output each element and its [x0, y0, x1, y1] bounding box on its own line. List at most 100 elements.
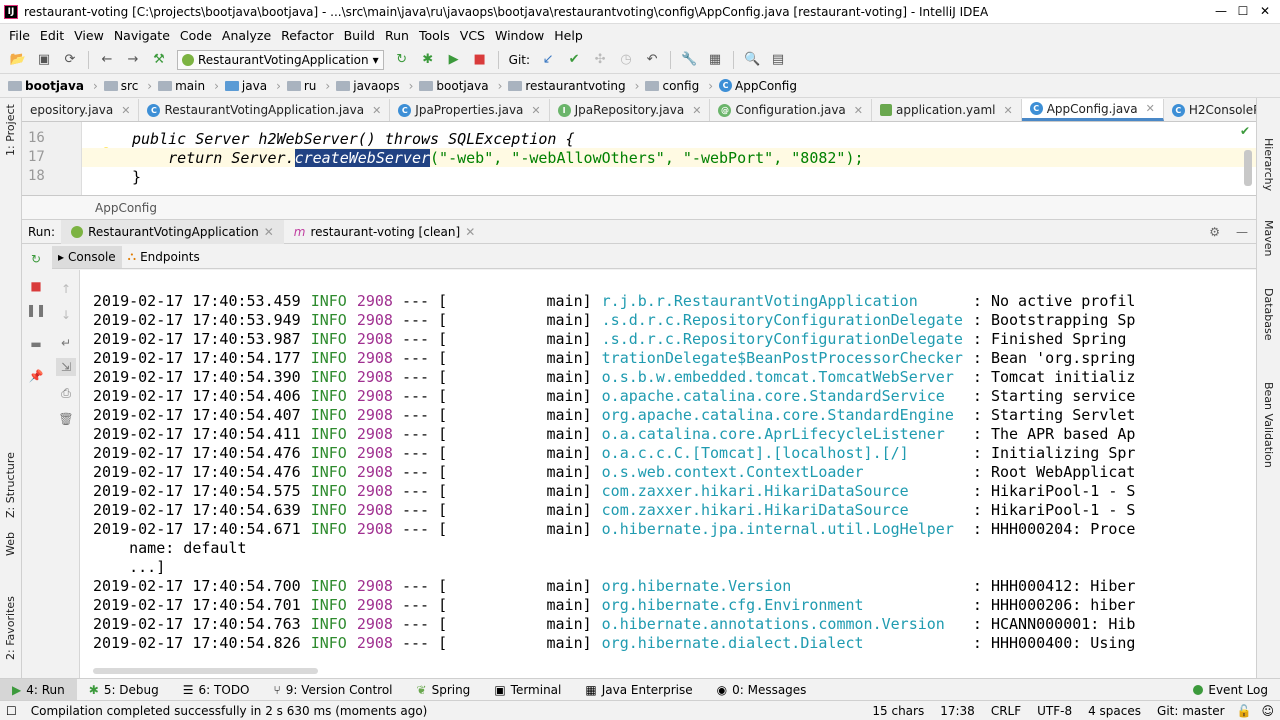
- lock-icon[interactable]: 🔓: [1233, 704, 1256, 718]
- stop-icon[interactable]: ■: [468, 49, 492, 71]
- sync-icon[interactable]: ⟳: [58, 49, 82, 71]
- close-tab-icon[interactable]: ✕: [854, 104, 863, 117]
- git-branch[interactable]: Git: master: [1149, 704, 1233, 718]
- breadcrumb-ru[interactable]: ru ›: [286, 79, 330, 93]
- project-tool-tab[interactable]: 1: Project: [4, 104, 17, 156]
- tool-messages[interactable]: ◉ 0: Messages: [705, 679, 819, 701]
- close-tab-icon[interactable]: ✕: [372, 104, 381, 117]
- menu-code[interactable]: Code: [175, 28, 217, 43]
- git-update-icon[interactable]: ↙: [536, 49, 560, 71]
- run-tab-clean[interactable]: m restaurant-voting [clean] ✕: [284, 220, 486, 244]
- status-toggle-icon[interactable]: ☐: [0, 704, 23, 718]
- file-encoding[interactable]: UTF-8: [1029, 704, 1080, 718]
- rerun-icon[interactable]: ↻: [26, 250, 46, 268]
- tool-run[interactable]: ▶ 4: Run: [0, 678, 77, 701]
- breadcrumb-appconfig[interactable]: C AppConfig: [719, 79, 797, 93]
- run-coverage-icon[interactable]: ▶: [442, 49, 466, 71]
- hide-panel-icon[interactable]: —: [1228, 225, 1256, 239]
- tab-repository[interactable]: epository.java ✕: [22, 99, 140, 121]
- web-tool-tab[interactable]: Web: [4, 532, 17, 556]
- breadcrumb-javaops[interactable]: javaops ›: [336, 79, 413, 93]
- caret-position[interactable]: 17:38: [932, 704, 983, 718]
- gear-icon[interactable]: ⚙: [1201, 225, 1228, 239]
- breadcrumb-main[interactable]: main ›: [158, 79, 219, 93]
- breadcrumb-config[interactable]: config ›: [645, 79, 713, 93]
- breadcrumb-bootjava-pkg[interactable]: bootjava ›: [419, 79, 502, 93]
- status-message[interactable]: Compilation completed successfully in 2 …: [23, 704, 436, 718]
- tool-version-control[interactable]: ⑂ 9: Version Control: [262, 679, 405, 701]
- minimize-button[interactable]: —: [1212, 3, 1230, 19]
- breadcrumb-src[interactable]: src ›: [103, 79, 152, 93]
- editor-scrollbar[interactable]: [1244, 150, 1252, 186]
- back-icon[interactable]: ←: [95, 49, 119, 71]
- menu-window[interactable]: Window: [490, 28, 549, 43]
- soft-wrap-icon[interactable]: ↵: [56, 334, 76, 352]
- editor-breadcrumb[interactable]: AppConfig: [22, 196, 1256, 220]
- close-tab-icon[interactable]: ✕: [692, 104, 701, 117]
- menu-vcs[interactable]: VCS: [455, 28, 490, 43]
- breadcrumb-java[interactable]: java ›: [224, 79, 281, 93]
- menu-help[interactable]: Help: [549, 28, 588, 43]
- menu-view[interactable]: View: [69, 28, 109, 43]
- structure-tool-tab[interactable]: Z: Structure: [4, 452, 17, 518]
- rerun-icon[interactable]: ↻: [390, 49, 414, 71]
- favorites-tool-tab[interactable]: 2: Favorites: [4, 596, 17, 660]
- close-tab-icon[interactable]: ✕: [465, 225, 475, 239]
- scroll-up-icon[interactable]: ↑: [56, 280, 76, 298]
- tab-jpa-repository[interactable]: I JpaRepository.java ✕: [550, 99, 711, 121]
- menu-analyze[interactable]: Analyze: [217, 28, 276, 43]
- menu-run[interactable]: Run: [380, 28, 414, 43]
- history-icon[interactable]: ◷: [614, 49, 638, 71]
- inspector-icon[interactable]: ☺: [1255, 704, 1280, 718]
- open-folder-icon[interactable]: 📂: [6, 49, 30, 71]
- menu-refactor[interactable]: Refactor: [276, 28, 338, 43]
- search-icon[interactable]: 🔍: [740, 49, 764, 71]
- database-tool-tab[interactable]: Database: [1262, 288, 1275, 341]
- menu-tools[interactable]: Tools: [414, 28, 455, 43]
- tab-endpoints[interactable]: ⛬ Endpoints: [122, 246, 206, 268]
- run-configuration-select[interactable]: RestaurantVotingApplication ▾: [177, 49, 384, 70]
- pin-icon[interactable]: 📌: [26, 367, 46, 385]
- tab-jpa-properties[interactable]: C JpaProperties.java ✕: [390, 99, 550, 121]
- close-button[interactable]: ✕: [1256, 3, 1274, 19]
- tab-app-config[interactable]: C AppConfig.java ✕: [1021, 99, 1164, 121]
- git-push-icon[interactable]: ✣: [588, 49, 612, 71]
- tool-java-enterprise[interactable]: ▦ Java Enterprise: [573, 679, 704, 701]
- close-tab-icon[interactable]: ✕: [121, 104, 130, 117]
- tool-terminal[interactable]: ▣ Terminal: [482, 679, 573, 701]
- tool-todo[interactable]: ☰ 6: TODO: [171, 679, 262, 701]
- scroll-down-icon[interactable]: ↓: [56, 306, 76, 324]
- breadcrumb-bootjava[interactable]: bootjava ›: [8, 79, 98, 93]
- revert-icon[interactable]: ↶: [640, 49, 664, 71]
- scroll-to-end-icon[interactable]: ⇲: [56, 358, 76, 376]
- pause-icon[interactable]: ❚❚: [26, 301, 46, 319]
- code-editor[interactable]: 16 17 18 💡 public Server h2WebServer() t…: [22, 122, 1256, 196]
- tab-application-yaml[interactable]: application.yaml ✕: [872, 99, 1022, 121]
- close-tab-icon[interactable]: ✕: [264, 225, 274, 239]
- debug-icon[interactable]: ✱: [416, 49, 440, 71]
- tool-spring[interactable]: ❦ Spring: [405, 679, 483, 701]
- layout-icon[interactable]: ▬: [26, 335, 46, 353]
- close-tab-icon[interactable]: ✕: [1004, 104, 1013, 117]
- save-icon[interactable]: ▣: [32, 49, 56, 71]
- print-icon[interactable]: ⎙: [56, 384, 76, 402]
- console-output[interactable]: 2019-02-17 17:40:53.459 INFO 2908 --- [ ma…: [80, 270, 1256, 678]
- menu-edit[interactable]: Edit: [35, 28, 69, 43]
- run-tab-application[interactable]: RestaurantVotingApplication ✕: [61, 219, 284, 244]
- stop-icon[interactable]: ■: [26, 277, 46, 295]
- line-separator[interactable]: CRLF: [983, 704, 1029, 718]
- maximize-button[interactable]: ☐: [1234, 3, 1252, 19]
- project-structure-icon[interactable]: ▦: [703, 49, 727, 71]
- bean-validation-tool-tab[interactable]: Bean Validation: [1262, 382, 1275, 468]
- hierarchy-tool-tab[interactable]: Hierarchy: [1262, 138, 1275, 191]
- clear-all-icon[interactable]: 🗑: [56, 410, 76, 428]
- menu-file[interactable]: File: [4, 28, 35, 43]
- tool-debug[interactable]: ✱ 5: Debug: [77, 679, 171, 701]
- menu-build[interactable]: Build: [339, 28, 380, 43]
- breadcrumb-restaurantvoting[interactable]: restaurantvoting ›: [508, 79, 639, 93]
- indent-setting[interactable]: 4 spaces: [1080, 704, 1149, 718]
- tab-configuration[interactable]: @ Configuration.java ✕: [710, 99, 872, 121]
- close-tab-icon[interactable]: ✕: [531, 104, 540, 117]
- console-horizontal-scrollbar[interactable]: [93, 668, 318, 674]
- settings-wrench-icon[interactable]: 🔧: [677, 49, 701, 71]
